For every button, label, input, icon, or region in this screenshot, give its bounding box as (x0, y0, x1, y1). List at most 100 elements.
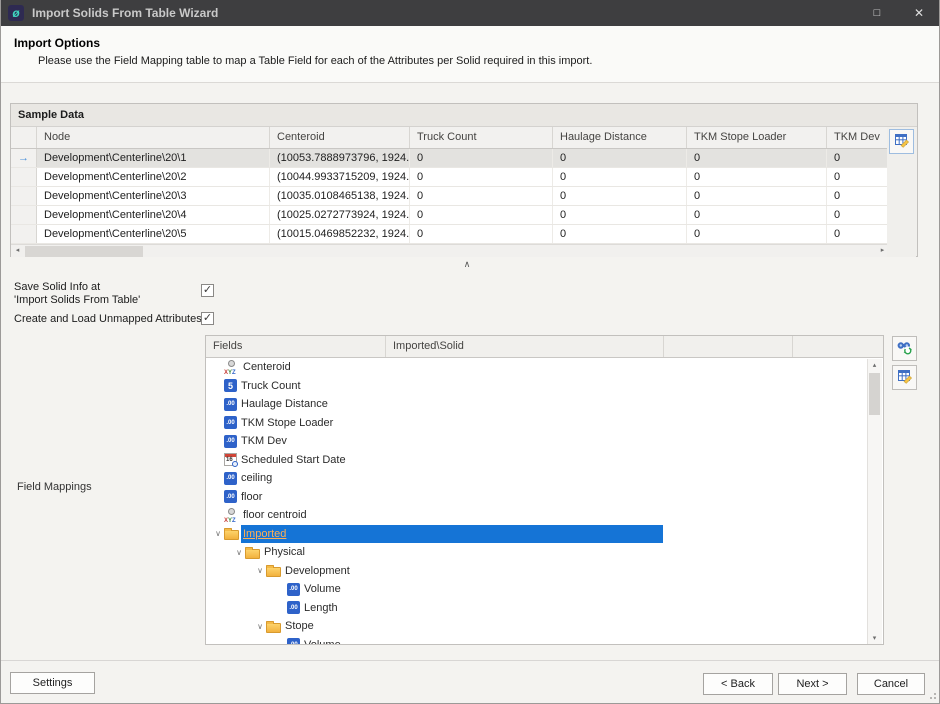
column-header-centeroid[interactable]: Centeroid (270, 127, 410, 148)
collapse-splitter-button[interactable]: ∧ (455, 259, 479, 270)
row-selector[interactable] (11, 187, 37, 205)
tree-item-label: Scheduled Start Date (241, 454, 346, 466)
chevron-down-icon[interactable]: ∨ (254, 566, 266, 575)
scroll-up-arrow-icon[interactable]: ▴ (868, 361, 881, 369)
tree-item-label: Physical (264, 546, 305, 558)
row-selector[interactable] (11, 206, 37, 224)
table-cell: Development\Centerline\20\3 (37, 187, 270, 205)
close-button[interactable]: ✕ (898, 0, 940, 26)
binoculars-sync-icon (896, 339, 913, 359)
chevron-down-icon[interactable]: ∨ (233, 548, 245, 557)
settings-button[interactable]: Settings (10, 672, 95, 694)
check-icon: ✓ (203, 285, 212, 296)
vertical-scrollbar[interactable]: ▴ ▾ (867, 359, 882, 644)
chevron-down-icon[interactable]: ∨ (254, 622, 266, 631)
table-cell: (10035.0108465138, 1924... (270, 187, 410, 205)
window-title: Import Solids From Table Wizard (32, 6, 218, 20)
integer-field-icon: 5 (224, 379, 237, 392)
table-cell: 0 (827, 187, 888, 205)
window-titlebar: ø Import Solids From Table Wizard □ ✕ (0, 0, 940, 26)
cancel-button[interactable]: Cancel (857, 673, 925, 695)
close-icon: ✕ (914, 6, 924, 20)
footer-divider (0, 660, 940, 661)
sample-data-group: Sample Data Node Centeroid Truck Count H… (10, 103, 918, 257)
scrollbar-thumb[interactable] (25, 246, 143, 257)
column-header-truck-count[interactable]: Truck Count (410, 127, 553, 148)
tree-item-tkm-stope-loader[interactable]: .00TKM Stope Loader (206, 414, 883, 433)
tree-item-physical[interactable]: ∨ Physical (206, 543, 883, 562)
table-cell: 0 (553, 225, 687, 243)
tree-item-scheduled-start-date[interactable]: 16Scheduled Start Date (206, 451, 883, 470)
horizontal-scrollbar[interactable]: ◂ ▸ (11, 244, 889, 257)
table-cell: (10053.7888973796, 1924... (270, 149, 410, 167)
tree-item-volume[interactable]: .00Volume (206, 636, 883, 645)
save-solid-info-label: Save Solid Info at 'Import Solids From T… (14, 281, 140, 307)
decimal-field-icon: .00 (224, 490, 237, 503)
current-row-arrow-icon: → (18, 153, 29, 164)
tree-item-floor[interactable]: .00floor (206, 488, 883, 507)
chevron-up-icon: ∧ (464, 259, 471, 269)
sample-grid-side-panel (887, 127, 916, 257)
table-cell: Development\Centerline\20\4 (37, 206, 270, 224)
empty-column-header[interactable] (664, 336, 793, 357)
back-button[interactable]: < Back (703, 673, 773, 695)
scrollbar-thumb[interactable] (869, 373, 880, 415)
decimal-field-icon: .00 (287, 638, 300, 644)
decimal-field-icon: .00 (224, 398, 237, 411)
tree-item-floor-centroid[interactable]: XYZfloor centroid (206, 506, 883, 525)
tree-item-truck-count[interactable]: 5Truck Count (206, 377, 883, 396)
table-row[interactable]: Development\Centerline\20\3(10035.010846… (11, 187, 888, 206)
tree-item-imported[interactable]: ∨Imported (206, 525, 883, 544)
table-cell: 0 (827, 206, 888, 224)
table-cell: 0 (410, 206, 553, 224)
scroll-down-arrow-icon[interactable]: ▾ (868, 634, 881, 642)
table-row[interactable]: →Development\Centerline\20\1(10053.78889… (11, 149, 888, 168)
auto-map-button[interactable] (892, 336, 917, 361)
tree-item-centeroid[interactable]: XYZCenteroid (206, 358, 883, 377)
tree-item-length[interactable]: .00Length (206, 599, 883, 618)
fields-column-header[interactable]: Fields (206, 336, 386, 357)
tree-item-label: Length (304, 602, 338, 614)
row-selector[interactable]: → (11, 149, 37, 167)
table-cell: Development\Centerline\20\5 (37, 225, 270, 243)
table-row[interactable]: Development\Centerline\20\2(10044.993371… (11, 168, 888, 187)
column-header-tkm-dev[interactable]: TKM Dev (827, 127, 888, 148)
decimal-field-icon: .00 (287, 583, 300, 596)
row-selector[interactable] (11, 168, 37, 186)
tree-item-stope[interactable]: ∨Stope (206, 617, 883, 636)
sample-table-header: Node Centeroid Truck Count Haulage Dista… (11, 127, 888, 149)
save-solid-info-checkbox[interactable]: ✓ (201, 284, 214, 297)
column-header-tkm-stope-loader[interactable]: TKM Stope Loader (687, 127, 827, 148)
tree-item-label: Haulage Distance (241, 398, 328, 410)
chevron-down-icon[interactable]: ∨ (212, 529, 224, 538)
tree-item-haulage-distance[interactable]: .00 Haulage Distance (206, 395, 883, 414)
scroll-left-arrow-icon[interactable]: ◂ (11, 245, 24, 257)
table-cell: 0 (410, 149, 553, 167)
table-row[interactable]: Development\Centerline\20\5(10015.046985… (11, 225, 888, 244)
create-unmapped-checkbox[interactable]: ✓ (201, 312, 214, 325)
row-selector[interactable] (11, 225, 37, 243)
table-cell: 0 (410, 187, 553, 205)
xyz-point-icon: XYZ (224, 508, 239, 523)
folder-icon (224, 530, 239, 540)
column-header-haulage-distance[interactable]: Haulage Distance (553, 127, 687, 148)
maximize-button[interactable]: □ (856, 0, 898, 26)
tree-item-label: ceiling (241, 472, 272, 484)
tree-item-ceiling[interactable]: .00ceiling (206, 469, 883, 488)
tree-item-label: TKM Stope Loader (241, 417, 333, 429)
grid-edit-icon (897, 368, 913, 387)
tree-item-tkm-dev[interactable]: .00TKM Dev (206, 432, 883, 451)
tree-item-label: Centeroid (243, 361, 291, 373)
table-row[interactable]: Development\Centerline\20\4(10025.027277… (11, 206, 888, 225)
next-button[interactable]: Next > (778, 673, 847, 695)
tree-item-volume[interactable]: .00Volume (206, 580, 883, 599)
field-mappings-grid: Fields Imported\Solid XYZCenteroid5Truck… (205, 335, 884, 645)
column-header-node[interactable]: Node (37, 127, 270, 148)
resize-grip[interactable] (928, 693, 936, 701)
table-cell: 0 (410, 168, 553, 186)
imported-solid-column-header[interactable]: Imported\Solid (386, 336, 664, 357)
tree-item-development[interactable]: ∨Development (206, 562, 883, 581)
customize-sample-grid-button[interactable] (889, 129, 914, 154)
edit-field-table-button[interactable] (892, 365, 917, 390)
table-cell: 0 (687, 206, 827, 224)
